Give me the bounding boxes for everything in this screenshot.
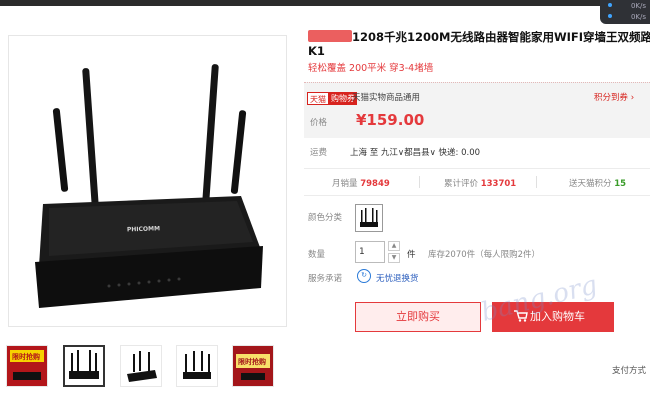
price-value: ¥159.00: [356, 111, 425, 129]
download-dot-icon: [608, 14, 612, 18]
product-title: 1208千兆1200M无线路由器智能家用WIFI穿墙王双频路: [308, 30, 650, 45]
upload-dot-icon: [608, 3, 612, 7]
chevron-right-icon: ›: [630, 93, 635, 103]
svg-text:限时抢购: 限时抢购: [238, 357, 266, 366]
product-page: 0K/s 0K/s PHICOMM 限时抢购 限时抢购 1208千兆1200M无…: [0, 0, 650, 404]
promo-thumb-2-image: 限时抢购: [233, 346, 273, 386]
sales-stats: 月销量 79849 累计评价 133701 送天猫积分 15: [304, 168, 650, 196]
router-side-thumb-image: [183, 351, 211, 379]
network-speed-widget: 0K/s 0K/s: [600, 0, 650, 24]
divider: [419, 176, 420, 188]
monthly-sales: 月销量 79849: [332, 179, 390, 189]
thumb-promo-2[interactable]: 限时抢购: [232, 345, 274, 387]
tmall-coupon-tag: 天猫 购物券: [307, 92, 357, 105]
router-angle-thumb-image: [127, 351, 157, 382]
payment-methods-label: 支付方式: [612, 366, 647, 376]
quantity-unit: 件: [407, 250, 416, 260]
product-title-line2: K1: [308, 44, 325, 58]
service-promise-link[interactable]: 无忧退换货: [376, 272, 419, 284]
return-badge-icon: ↻: [357, 269, 371, 283]
redacted-brand: [308, 30, 352, 42]
stock-info: 库存2070件（每人限购2件）: [428, 250, 541, 260]
router-swatch-image: [360, 208, 378, 227]
total-reviews[interactable]: 累计评价 133701: [444, 177, 516, 189]
quantity-input[interactable]: 1: [355, 241, 385, 263]
net-down-speed: 0K/s: [630, 13, 646, 21]
router-front-thumb-image: [69, 350, 99, 379]
divider: [536, 176, 537, 188]
quantity-decrease-button[interactable]: ▼: [388, 253, 400, 263]
thumb-router-side[interactable]: [176, 345, 218, 387]
thumb-router-angle[interactable]: [120, 345, 162, 387]
thumb-router-front[interactable]: [63, 345, 105, 387]
tmall-points: 送天猫积分 15: [569, 179, 627, 189]
color-label: 颜色分类: [308, 213, 343, 223]
cart-icon: [514, 310, 528, 322]
svg-text:限时抢购: 限时抢购: [12, 352, 40, 361]
net-up-speed: 0K/s: [630, 2, 646, 10]
shipping-row: 运费 上海 至 九江∨都昌县∨ 快递: 0.00: [304, 146, 650, 160]
service-label: 服务承诺: [308, 274, 343, 284]
main-product-image[interactable]: PHICOMM: [8, 35, 287, 327]
price-box: 天猫 购物券 天猫实物商品通用 积分到券 › 价格 ¥159.00: [304, 82, 650, 138]
router-illustration: PHICOMM: [35, 64, 263, 308]
shipping-label: 运费: [310, 148, 328, 158]
quantity-increase-button[interactable]: ▲: [388, 241, 400, 251]
buy-now-button[interactable]: 立即购买: [355, 302, 481, 332]
tmall-coupon-text: 天猫实物商品通用: [352, 93, 421, 103]
color-option-black[interactable]: [355, 204, 383, 232]
product-subtitle: 轻松覆盖 200平米 穿3-4堵墙: [308, 63, 434, 74]
shipping-location-selector[interactable]: 上海 至 九江∨都昌县∨ 快递: 0.00: [350, 146, 480, 158]
price-label: 价格: [310, 118, 328, 128]
quantity-label: 数量: [308, 250, 326, 260]
thumb-promo-1[interactable]: 限时抢购: [6, 345, 48, 387]
points-to-coupon-link[interactable]: 积分到券 ›: [594, 92, 634, 105]
browser-top-bar: [0, 0, 650, 6]
promo-thumb-1-image: 限时抢购: [7, 346, 47, 386]
router-brand-logo: PHICOMM: [127, 225, 160, 233]
add-to-cart-button[interactable]: 加入购物车: [492, 302, 614, 332]
